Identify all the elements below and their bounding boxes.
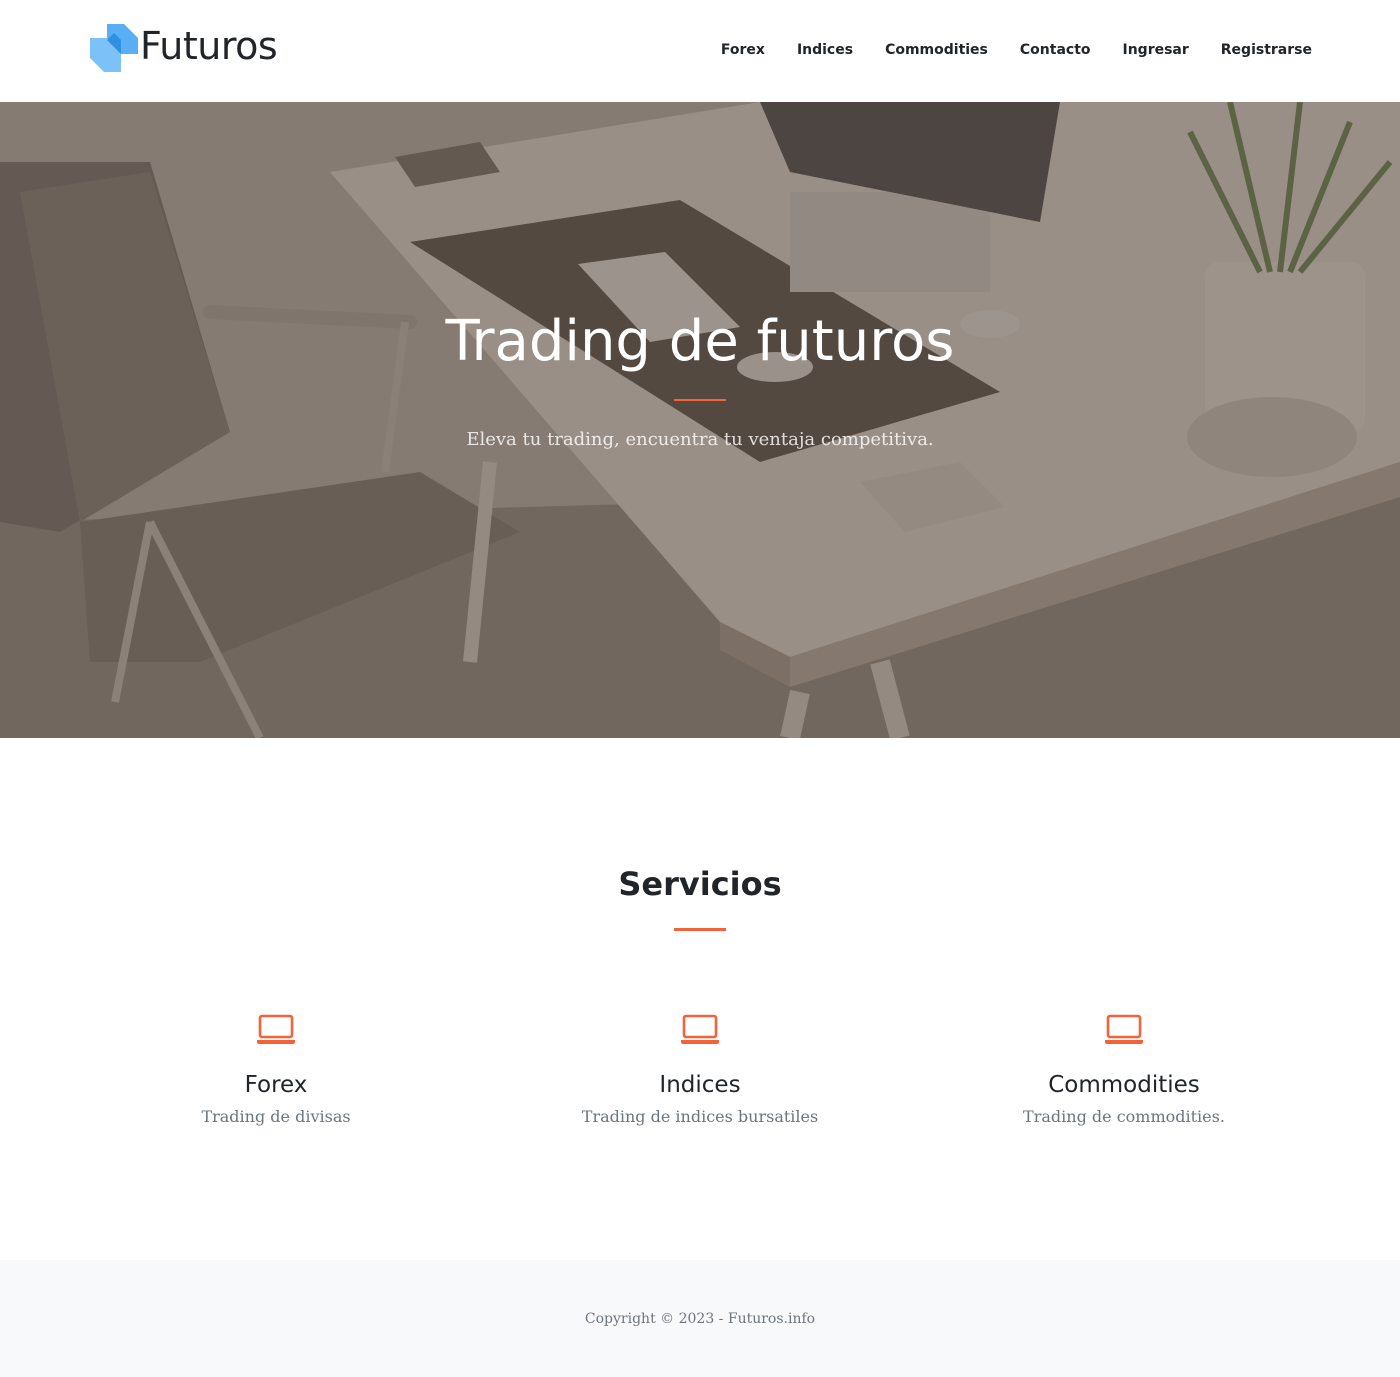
hero-divider [674, 399, 726, 401]
cube-logo-icon [90, 24, 138, 72]
service-description: Trading de commodities. [1023, 1107, 1225, 1126]
nav-ingresar[interactable]: Ingresar [1123, 38, 1189, 62]
service-title: Commodities [1048, 1072, 1200, 1098]
services-section: Servicios Forex Trading de divisas Indic… [0, 738, 1400, 1260]
laptop-icon [681, 1014, 719, 1044]
nav-commodities[interactable]: Commodities [885, 38, 988, 62]
nav-forex[interactable]: Forex [721, 38, 765, 62]
nav-contacto[interactable]: Contacto [1020, 38, 1091, 62]
laptop-icon [257, 1014, 295, 1044]
hero-overlay [0, 102, 1400, 738]
footer: Copyright © 2023 - Futuros.info [0, 1260, 1400, 1377]
nav-registrarse[interactable]: Registrarse [1221, 38, 1312, 62]
brand-name: Futuros [140, 24, 278, 68]
service-description: Trading de divisas [201, 1107, 351, 1126]
hero-title: Trading de futuros [445, 309, 955, 374]
brand-link[interactable]: Futuros [90, 20, 278, 72]
hero-section: Trading de futuros Eleva tu trading, enc… [0, 102, 1400, 738]
service-card-commodities: Commodities Trading de commodities. [912, 1010, 1336, 1130]
copyright-text: Copyright © 2023 - Futuros.info [584, 1311, 816, 1327]
nav-indices[interactable]: Indices [797, 38, 853, 62]
service-card-indices: Indices Trading de indices bursatiles [488, 1010, 912, 1130]
service-title: Forex [244, 1072, 308, 1098]
service-card-forex: Forex Trading de divisas [64, 1010, 488, 1130]
services-divider [674, 928, 726, 931]
main-nav: Forex Indices Commodities Contacto Ingre… [721, 38, 1312, 62]
service-description: Trading de indices bursatiles [581, 1107, 819, 1126]
hero-subtitle: Eleva tu trading, encuentra tu ventaja c… [466, 429, 934, 450]
navbar: Futuros Forex Indices Commodities Contac… [0, 0, 1400, 102]
services-title: Servicios [618, 865, 782, 903]
service-title: Indices [659, 1072, 741, 1098]
laptop-icon [1105, 1014, 1143, 1044]
